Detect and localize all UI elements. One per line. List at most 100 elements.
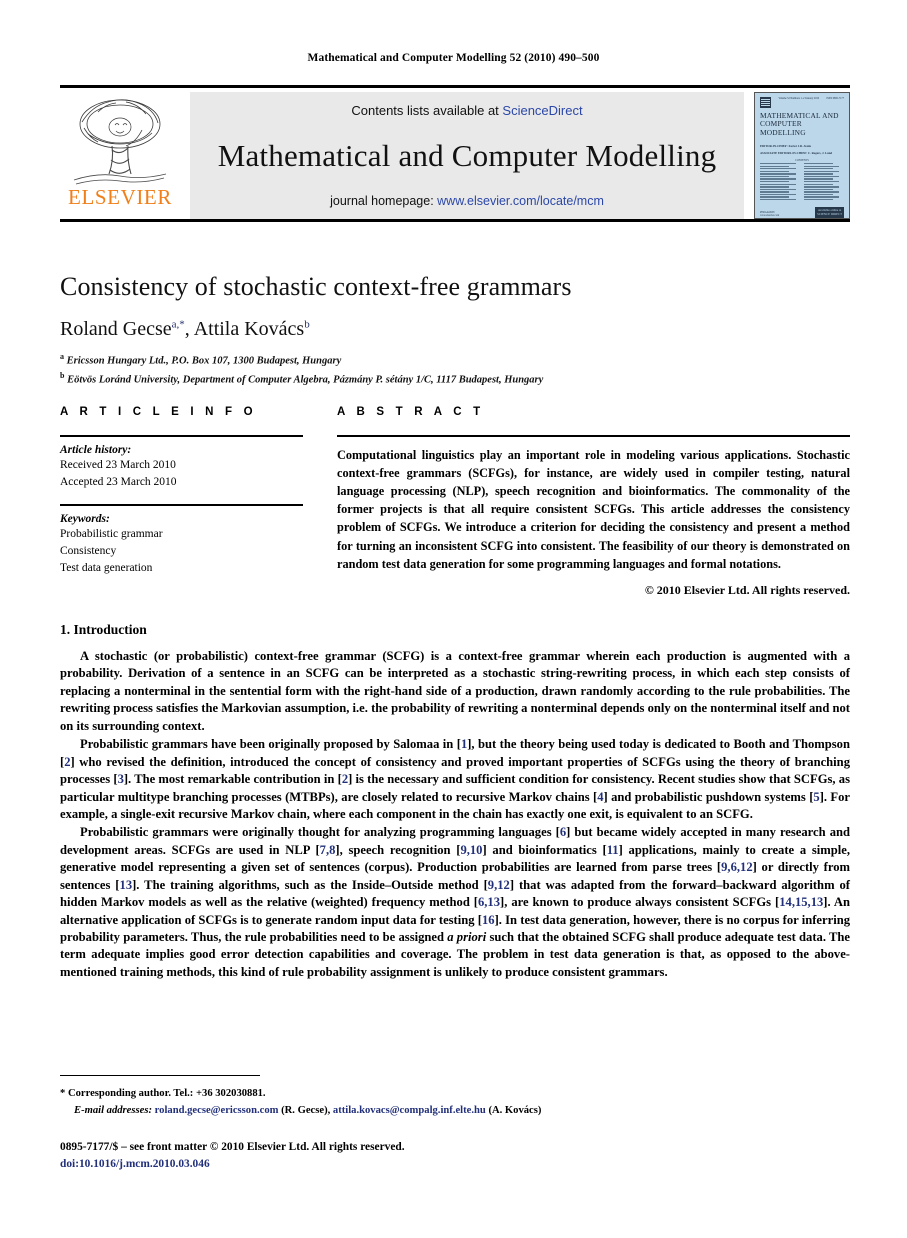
- cover-title: MATHEMATICAL AND COMPUTER MODELLING: [760, 111, 839, 137]
- footnote-rule: [60, 1075, 260, 1076]
- cover-contents-label: CONTENTS: [795, 158, 809, 162]
- article-history-accepted: Accepted 23 March 2010: [60, 475, 177, 488]
- email-owner-1: (R. Gecse): [281, 1105, 328, 1117]
- journal-homepage-link[interactable]: www.elsevier.com/locate/mcm: [437, 194, 604, 208]
- paragraph-text: ], speech recognition [: [335, 842, 461, 857]
- citation-reference[interactable]: 9,12: [488, 878, 510, 892]
- section-heading-introduction: 1. Introduction: [60, 622, 147, 637]
- email-owner-2: (A. Kovács): [488, 1105, 542, 1117]
- article-info-heading: A R T I C L E I N F O: [60, 406, 257, 418]
- sciencedirect-link[interactable]: ScienceDirect: [502, 103, 582, 118]
- author-separator: ,: [184, 318, 194, 340]
- paragraph-text: ]. The training algorithms, such as the …: [132, 877, 488, 892]
- cover-editor-line-1: EDITOR-IN-CHIEF: Xavier J.R. Avula: [760, 143, 811, 148]
- cover-sciencedirect-badge: Available online at SCIENCE DIRECT: [815, 207, 844, 218]
- journal-title: Mathematical and Computer Modelling: [217, 138, 717, 173]
- citation-reference[interactable]: 7,8: [320, 843, 336, 857]
- title-block: Consistency of stochastic context-free g…: [60, 272, 850, 389]
- page-footer: * Corresponding author. Tel.: +36 302030…: [60, 1075, 850, 1172]
- author-name-1: Roland Gecse: [60, 318, 172, 340]
- affiliation-text-b: Eötvös Loránd University, Department of …: [67, 374, 544, 386]
- elsevier-logo: ELSEVIER: [60, 92, 180, 219]
- cover-publisher-block: PERGAMON www.elsevier.com: [760, 211, 779, 218]
- citation-reference[interactable]: 14,15,13: [779, 895, 823, 909]
- article-history-group: Article history: Received 23 March 2010 …: [60, 437, 303, 505]
- citation-reference[interactable]: 16: [482, 913, 495, 927]
- email-note: E-mail addresses: roland.gecse@ericsson.…: [60, 1102, 850, 1119]
- paragraph-text: ] and bioinformatics [: [482, 842, 607, 857]
- article-info-column: A R T I C L E I N F O Article history: R…: [60, 406, 303, 598]
- author-name-2: Attila Kovács: [193, 318, 305, 340]
- cover-contents-column-left: [760, 162, 801, 201]
- article-history-received: Received 23 March 2010: [60, 458, 176, 471]
- citation-reference[interactable]: 9,10: [460, 843, 482, 857]
- running-head: Mathematical and Computer Modelling 52 (…: [307, 52, 600, 64]
- abstract-text: Computational linguistics play an import…: [337, 447, 850, 571]
- abstract-heading: A B S T R A C T: [337, 406, 485, 418]
- doi-link[interactable]: doi:10.1016/j.mcm.2010.03.046: [60, 1156, 850, 1173]
- cover-bottom-row: PERGAMON www.elsevier.com Available onli…: [760, 207, 844, 218]
- journal-homepage-line: journal homepage: www.elsevier.com/locat…: [330, 194, 604, 208]
- homepage-prefix-text: journal homepage:: [330, 194, 438, 208]
- affiliation-mark-a: a: [60, 352, 64, 361]
- article-page: Mathematical and Computer Modelling 52 (…: [0, 0, 907, 1238]
- paragraph-text: Probabilistic grammars have been origina…: [80, 737, 461, 752]
- masthead-bottom-rule: [60, 219, 850, 222]
- affiliation-text-a: Ericsson Hungary Ltd., P.O. Box 107, 130…: [66, 355, 342, 367]
- paragraph-host: A stochastic (or probabilistic) context-…: [60, 648, 850, 981]
- cover-editor-line-2: ASSOCIATE EDITORS-IN-CHIEF: C. Rogers, J…: [760, 150, 833, 155]
- paragraph-text: ] and probabilistic pushdown systems [: [603, 789, 814, 804]
- elsevier-tree-icon: [73, 99, 167, 185]
- body-paragraph: Probabilistic grammars have been origina…: [60, 736, 850, 823]
- column-gap: [303, 406, 337, 598]
- email-link-2[interactable]: attila.kovacs@compalg.inf.elte.hu: [333, 1105, 486, 1116]
- info-abstract-row: A R T I C L E I N F O Article history: R…: [60, 406, 850, 598]
- cover-publisher-url: www.elsevier.com: [760, 214, 780, 218]
- article-history-label: Article history:: [60, 443, 132, 456]
- masthead-top-rule: [60, 85, 850, 88]
- keyword-item-3: Test data generation: [60, 562, 153, 575]
- citation-reference[interactable]: 11: [607, 843, 619, 857]
- paragraph-text: ], are known to produce always consisten…: [500, 895, 780, 910]
- email-label: E-mail addresses:: [74, 1105, 152, 1117]
- cover-top-row: Volume 52 Numbers 1–2 January 2010 ISSN …: [760, 97, 844, 108]
- affiliation-b: b Eötvös Loránd University, Department o…: [60, 370, 850, 389]
- corresponding-author-note: * Corresponding author. Tel.: +36 302030…: [60, 1088, 266, 1099]
- affiliation-a: a Ericsson Hungary Ltd., P.O. Box 107, 1…: [60, 351, 850, 370]
- journal-banner: Contents lists available at ScienceDirec…: [190, 92, 744, 219]
- journal-cover-thumbnail: Volume 52 Numbers 1–2 January 2010 ISSN …: [754, 92, 850, 219]
- paragraph-text: Probabilistic grammars were originally t…: [80, 825, 560, 840]
- abstract-copyright: © 2010 Elsevier Ltd. All rights reserved…: [644, 582, 850, 597]
- emphasis-text: a priori: [447, 930, 487, 944]
- elsevier-wordmark: ELSEVIER: [68, 185, 172, 209]
- imprint-line: 0895-7177/$ – see front matter © 2010 El…: [60, 1141, 405, 1154]
- citation-reference[interactable]: 6,13: [478, 895, 500, 909]
- paragraph-text: ]. The most remarkable contribution in [: [123, 772, 342, 787]
- affiliation-list: a Ericsson Hungary Ltd., P.O. Box 107, 1…: [60, 351, 850, 389]
- article-body: 1. Introduction A stochastic (or probabi…: [60, 622, 850, 982]
- paragraph-text: A stochastic (or probabilistic) context-…: [60, 649, 850, 733]
- imprint-block: 0895-7177/$ – see front matter © 2010 El…: [60, 1139, 850, 1172]
- citation-reference[interactable]: 13: [120, 878, 133, 892]
- author-affiliation-mark-2: b: [304, 318, 310, 331]
- body-paragraph: Probabilistic grammars were originally t…: [60, 824, 850, 981]
- page-title: Consistency of stochastic context-free g…: [60, 272, 572, 301]
- cover-contents-column-right: [803, 162, 845, 201]
- abstract-column: A B S T R A C T Computational linguistic…: [337, 406, 850, 598]
- keyword-item-2: Consistency: [60, 544, 117, 557]
- author-list: Roland Gecsea,*, Attila Kovácsb: [60, 318, 850, 341]
- keywords-label: Keywords:: [60, 512, 110, 525]
- body-paragraph: A stochastic (or probabilistic) context-…: [60, 648, 850, 735]
- citation-reference[interactable]: 9,6,12: [721, 860, 752, 874]
- journal-masthead: ELSEVIER Contents lists available at Sci…: [60, 85, 850, 222]
- email-link-1[interactable]: roland.gecse@ericsson.com: [155, 1105, 279, 1116]
- keyword-item-1: Probabilistic grammar: [60, 527, 163, 540]
- keywords-group: Keywords: Probabilistic grammar Consiste…: [60, 506, 303, 591]
- cover-volume-line: Volume 52 Numbers 1–2 January 2010: [778, 97, 819, 100]
- cover-barcode-icon: [760, 97, 771, 108]
- cover-badge-line-2: SCIENCE DIRECT: [817, 211, 842, 216]
- cover-issn-line: ISSN 0895-7177: [826, 97, 844, 100]
- cover-contents-columns: [760, 162, 845, 201]
- contents-prefix-text: Contents lists available at: [351, 103, 503, 118]
- affiliation-mark-b: b: [60, 370, 65, 380]
